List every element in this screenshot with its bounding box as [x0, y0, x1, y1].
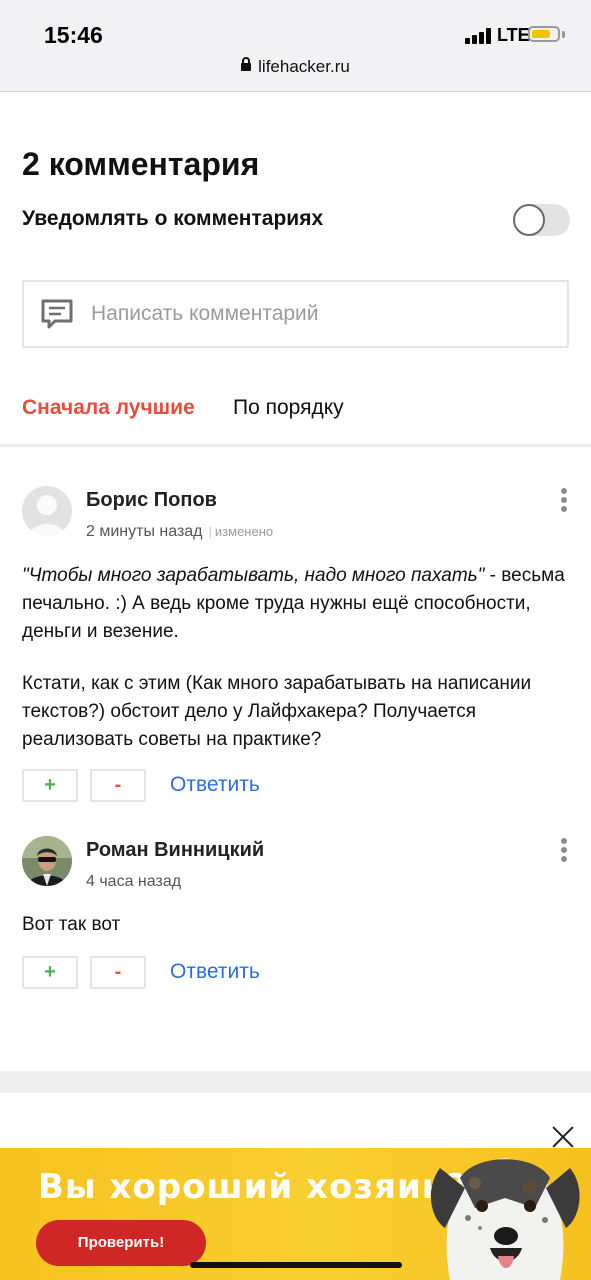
battery-tip [562, 31, 565, 38]
comment-time: 2 минуты назад [86, 523, 203, 540]
status-time: 15:46 [44, 22, 103, 48]
status-bar: 15:46 LTE lifehacker.ru [0, 0, 591, 92]
downvote-button[interactable]: - [90, 769, 146, 802]
edited-label: изменено [214, 524, 274, 539]
comment-meta: 2 минуты назад | изменено [86, 523, 273, 541]
home-indicator [190, 1262, 402, 1268]
next-section-partial [0, 1093, 591, 1153]
meta-separator: | [208, 524, 212, 539]
comments-title: 2 комментария [22, 146, 260, 182]
ad-headline: Вы хороший хозяин? [38, 1167, 467, 1207]
close-icon[interactable] [552, 1126, 574, 1148]
reply-button[interactable]: Ответить [170, 773, 260, 797]
notify-label: Уведомлять о комментариях [22, 207, 324, 230]
ad-banner[interactable]: Вы хороший хозяин? Проверить! [0, 1148, 591, 1280]
downvote-button[interactable]: - [90, 956, 146, 989]
comment-text: Вот так вот [22, 914, 121, 935]
avatar[interactable] [22, 836, 72, 886]
comment-icon [41, 299, 73, 329]
comment-menu-icon[interactable] [559, 838, 569, 865]
comment-author[interactable]: Роман Винницкий [86, 839, 264, 862]
address-bar[interactable]: lifehacker.ru [0, 57, 591, 77]
comment-input[interactable]: Написать комментарий [22, 280, 569, 348]
comment-paragraph: Кстати, как с этим (Как много зарабатыва… [22, 673, 532, 750]
network-type: LTE [497, 25, 530, 45]
battery-icon [528, 26, 560, 42]
upvote-button[interactable]: + [22, 956, 78, 989]
tab-best-first[interactable]: Сначала лучшие [22, 396, 195, 420]
signal-icon [465, 28, 493, 44]
default-avatar-icon [22, 486, 72, 536]
toggle-knob [513, 204, 545, 236]
notify-toggle[interactable] [513, 204, 570, 236]
reply-button[interactable]: Ответить [170, 960, 260, 984]
comment-quote: "Чтобы много зарабатывать, надо много па… [22, 565, 485, 586]
ad-check-button[interactable]: Проверить! [36, 1220, 206, 1266]
comment-placeholder: Написать комментарий [91, 302, 319, 325]
avatar[interactable] [22, 486, 72, 536]
lock-icon [241, 57, 252, 71]
upvote-button[interactable]: + [22, 769, 78, 802]
divider [0, 444, 591, 447]
comment-text: "Чтобы много зарабатывать, надо много па… [22, 562, 567, 646]
comment-menu-icon[interactable] [559, 488, 569, 515]
user-photo-icon [22, 836, 72, 886]
comment-time: 4 часа назад [86, 873, 182, 890]
url-text: lifehacker.ru [258, 57, 350, 76]
comment-author[interactable]: Борис Попов [86, 489, 217, 512]
dog-image [430, 1158, 580, 1280]
tab-chronological[interactable]: По порядку [233, 396, 344, 420]
section-separator [0, 1071, 591, 1093]
